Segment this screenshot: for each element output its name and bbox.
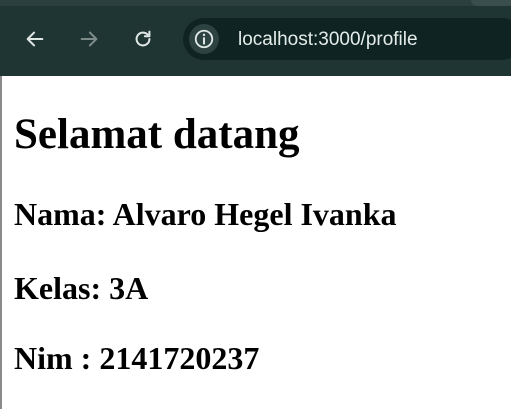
page-title: Selamat datang — [14, 111, 300, 158]
arrow-left-icon — [26, 31, 44, 47]
reload-icon — [135, 30, 151, 47]
arrow-right-icon — [80, 31, 98, 47]
url-text[interactable]: localhost:3000/profile — [238, 29, 418, 51]
address-bar[interactable]: localhost:3000/profile — [183, 18, 511, 60]
site-info-button[interactable] — [189, 24, 219, 54]
page-left-border — [0, 76, 2, 409]
nim-text: Nim : 2141720237 — [14, 340, 260, 376]
browser-toolbar: localhost:3000/profile — [0, 0, 511, 76]
info-icon — [194, 29, 214, 49]
reload-button[interactable] — [128, 24, 158, 54]
forward-button[interactable] — [74, 24, 104, 54]
name-text: Nama: Alvaro Hegel Ivanka — [14, 196, 397, 232]
back-button[interactable] — [20, 24, 50, 54]
tab-strip — [0, 0, 511, 6]
class-text: Kelas: 3A — [14, 270, 149, 306]
